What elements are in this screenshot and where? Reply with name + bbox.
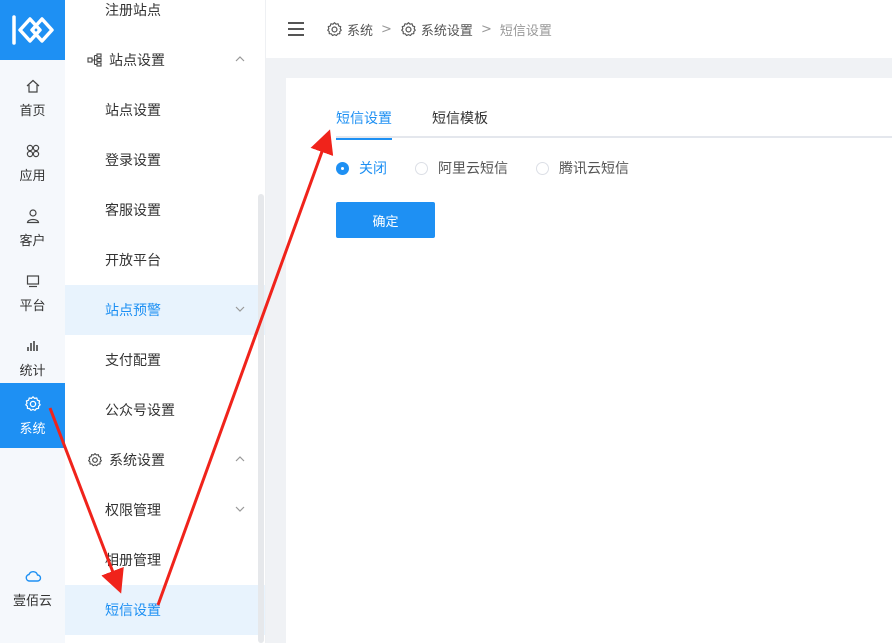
menu-item-site-alert[interactable]: 站点预警 [65,285,265,335]
menu-item-payment-config[interactable]: 支付配置 [65,335,265,385]
chevron-up-icon [235,56,245,62]
radio-dot [415,161,428,175]
rail-item-label: 首页 [19,103,46,119]
menu-item-label: 客服设置 [105,203,161,219]
monitor-icon [24,272,42,290]
menu-item-open-platform[interactable]: 开放平台 [65,235,265,285]
menu-group-system-settings[interactable]: 系统设置 [65,435,265,485]
menu-item-label: 开放平台 [105,253,161,269]
breadcrumb-item[interactable]: 系统 [326,20,373,39]
rail-item-apps[interactable]: 应用 [0,130,65,195]
stats-icon [24,337,42,355]
rail-item-label: 壹佰云 [12,593,52,609]
tab-sms-templates[interactable]: 短信模板 [432,108,488,138]
breadcrumb-label: 短信设置 [499,23,552,39]
logo-icon [11,15,54,45]
menu-group-label: 系统设置 [109,453,165,469]
breadcrumb: 系统 > 系统设置 > 短信设置 [326,20,552,39]
menu-item-label: 短信设置 [105,603,161,619]
menu-group-site-settings[interactable]: 站点设置 [65,35,265,85]
chevron-up-icon [235,456,245,462]
tab-bar: 短信设置 短信模板 [336,108,892,140]
radio-label: 阿里云短信 [438,161,508,177]
content-card: 短信设置 短信模板 关闭 阿里云短信 腾讯云短信 确定 [286,78,892,643]
confirm-button[interactable]: 确定 [336,202,435,238]
menu-item-label: 站点预警 [105,303,161,319]
gear-icon [327,21,342,36]
apps-icon [24,142,42,160]
cloud-icon [24,567,42,585]
menu-item-label: 站点设置 [105,103,161,119]
tab-sms-settings[interactable]: 短信设置 [336,108,392,140]
breadcrumb-label: 系统 [347,23,374,39]
breadcrumb-separator: > [381,21,392,37]
rail-item-home[interactable]: 首页 [0,65,65,130]
radio-dot [336,161,349,175]
menu-toggle-icon[interactable] [288,22,304,36]
app-logo[interactable] [0,0,65,60]
rail-item-label: 客户 [19,233,46,249]
menu-group-label: 站点设置 [109,53,165,69]
breadcrumb-separator: > [480,21,492,37]
menu-item-label: 注册站点 [105,3,161,19]
rail-item-label: 平台 [19,298,46,314]
menu-item-site-settings[interactable]: 站点设置 [65,85,265,135]
sitemap-icon [87,52,103,68]
radio-label: 关闭 [359,161,387,177]
breadcrumb-item[interactable]: 系统设置 [400,20,473,39]
rail-item-label: 系统 [19,421,46,437]
radio-dot [536,161,549,175]
rail-item-stats[interactable]: 统计 [0,325,65,390]
radio-tencent-sms[interactable]: 腾讯云短信 [536,158,629,178]
menu-item-label: 相册管理 [105,553,161,569]
menu-item-label: 登录设置 [105,153,161,169]
rail-item-customers[interactable]: 客户 [0,195,65,260]
top-bar: 系统 > 系统设置 > 短信设置 [266,0,892,58]
menu-item-label: 公众号设置 [105,403,175,419]
chevron-down-icon [235,506,245,512]
rail-item-label: 统计 [19,363,46,379]
gear-icon [401,21,416,36]
rail-item-platform[interactable]: 平台 [0,260,65,325]
radio-label: 腾讯云短信 [559,161,629,177]
icon-rail: 首页 应用 客户 平台 统计 系统 壹佰云 [0,0,65,643]
menu-item-register-site[interactable]: 注册站点 [65,0,265,35]
menu-item-sms-settings[interactable]: 短信设置 [65,585,265,635]
menu-item-login-settings[interactable]: 登录设置 [65,135,265,185]
gear-icon [87,452,103,468]
breadcrumb-label: 系统设置 [420,23,473,39]
rail-item-system[interactable]: 系统 [0,383,65,448]
rail-item-cloud[interactable]: 壹佰云 [0,555,65,620]
radio-off[interactable]: 关闭 [336,158,387,178]
rail-item-label: 应用 [19,168,46,184]
user-icon [24,207,42,225]
home-icon [24,77,42,95]
sms-provider-radio-group: 关闭 阿里云短信 腾讯云短信 [336,158,657,178]
radio-aliyun-sms[interactable]: 阿里云短信 [415,158,508,178]
menu-item-permissions[interactable]: 权限管理 [65,485,265,535]
secondary-menu: 注册站点 站点设置 站点设置 登录设置 客服设置 开放平台 站点预警 支付配置 … [65,0,266,643]
gear-icon [24,395,42,413]
chevron-down-icon [235,306,245,312]
menu-item-label: 支付配置 [105,353,161,369]
menu-item-album[interactable]: 相册管理 [65,535,265,585]
breadcrumb-current: 短信设置 [500,20,552,39]
menu-item-label: 权限管理 [105,503,161,519]
menu-scrollbar[interactable] [258,194,264,643]
menu-item-official-account[interactable]: 公众号设置 [65,385,265,435]
menu-item-service-settings[interactable]: 客服设置 [65,185,265,235]
